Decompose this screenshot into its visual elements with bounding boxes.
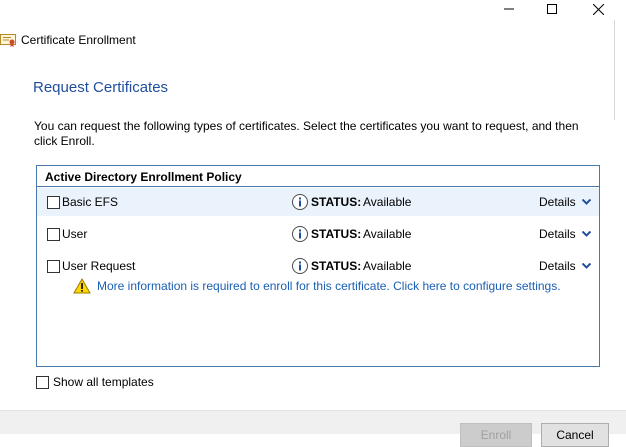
details-toggle[interactable]: Details bbox=[539, 227, 591, 241]
chevron-down-icon bbox=[581, 199, 591, 205]
status-value: Available bbox=[363, 259, 412, 273]
close-button[interactable] bbox=[576, 0, 620, 18]
policy-header: Active Directory Enrollment Policy bbox=[45, 170, 242, 184]
window-edge bbox=[614, 20, 615, 120]
certificate-icon bbox=[0, 34, 16, 47]
warning-icon bbox=[73, 278, 91, 294]
status-value: Available bbox=[363, 195, 412, 209]
page-title: Request Certificates bbox=[33, 79, 169, 96]
info-icon bbox=[292, 194, 308, 210]
window-header: Certificate Enrollment bbox=[0, 30, 136, 50]
checkbox-user-request[interactable] bbox=[47, 260, 60, 273]
certificate-row-user-request[interactable]: User Request STATUS: Available Details bbox=[37, 252, 599, 280]
maximize-icon bbox=[547, 4, 557, 14]
checkbox-basic-efs[interactable] bbox=[47, 196, 60, 209]
enrollment-policy-panel: Active Directory Enrollment Policy Basic… bbox=[36, 165, 600, 367]
details-label: Details bbox=[539, 195, 576, 209]
details-label: Details bbox=[539, 259, 576, 273]
details-toggle[interactable]: Details bbox=[539, 259, 591, 273]
status-key: STATUS: bbox=[311, 195, 362, 209]
status-key: STATUS: bbox=[311, 227, 362, 241]
title-bar bbox=[0, 0, 626, 20]
checkbox-user[interactable] bbox=[47, 228, 60, 241]
status-key: STATUS: bbox=[311, 259, 362, 273]
configure-settings-link[interactable]: More information is required to enroll f… bbox=[97, 279, 561, 293]
warning-line: More information is required to enroll f… bbox=[73, 278, 561, 294]
details-toggle[interactable]: Details bbox=[539, 195, 591, 209]
certificate-label: User bbox=[62, 227, 88, 241]
certificate-label: Basic EFS bbox=[62, 195, 119, 209]
certificate-row-user[interactable]: User STATUS: Available Details bbox=[37, 220, 599, 248]
certificate-label: User Request bbox=[62, 259, 136, 273]
page-description: You can request the following types of c… bbox=[34, 119, 579, 148]
divider bbox=[37, 186, 599, 187]
show-all-templates[interactable]: Show all templates bbox=[36, 375, 154, 389]
details-label: Details bbox=[539, 227, 576, 241]
footer-bar: Enroll Cancel bbox=[0, 410, 626, 447]
chevron-down-icon bbox=[581, 231, 591, 237]
minimize-icon bbox=[504, 8, 514, 10]
show-all-templates-label: Show all templates bbox=[53, 375, 154, 389]
enroll-button[interactable]: Enroll bbox=[460, 423, 532, 447]
minimize-button[interactable] bbox=[487, 0, 531, 18]
chevron-down-icon bbox=[581, 263, 591, 269]
info-icon bbox=[292, 258, 308, 274]
window-title: Certificate Enrollment bbox=[21, 33, 136, 47]
show-all-templates-checkbox[interactable] bbox=[36, 375, 49, 389]
close-icon bbox=[592, 3, 604, 15]
certificate-row-basic-efs[interactable]: Basic EFS STATUS: Available Details bbox=[37, 188, 599, 216]
cancel-button[interactable]: Cancel bbox=[541, 423, 609, 447]
info-icon bbox=[292, 226, 308, 242]
maximize-button[interactable] bbox=[530, 0, 574, 18]
status-value: Available bbox=[363, 227, 412, 241]
